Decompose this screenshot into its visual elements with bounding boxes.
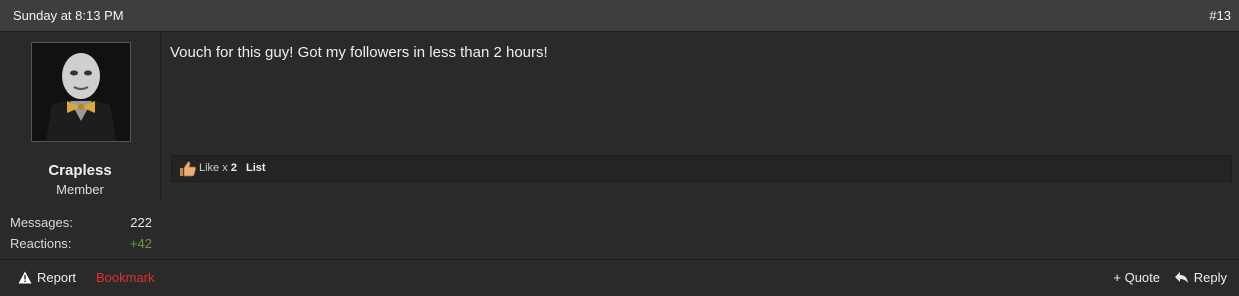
reply-button[interactable]: Reply	[1174, 270, 1227, 285]
user-avatar-photo-icon	[32, 43, 130, 141]
likes-bar: Like x 2 List	[171, 155, 1232, 182]
user-info: Crapless Member	[0, 32, 161, 200]
username[interactable]: Crapless	[0, 162, 160, 179]
message-body: Vouch for this guy! Got my followers in …	[170, 44, 548, 61]
reply-label: Reply	[1193, 270, 1227, 285]
warning-icon	[18, 271, 32, 284]
stat-value: 222	[130, 215, 152, 230]
report-label: Report	[37, 270, 77, 285]
quote-button[interactable]: + Quote	[1113, 270, 1160, 285]
stat-row-reactions: Reactions: +42	[0, 233, 160, 254]
post: Sunday at 8:13 PM #13 Crapless Member Me…	[0, 0, 1239, 296]
post-header: Sunday at 8:13 PM #13	[0, 0, 1239, 32]
user-stats: Messages: 222 Reactions: +42	[0, 212, 160, 254]
post-date[interactable]: Sunday at 8:13 PM	[13, 8, 124, 23]
stat-label: Messages:	[10, 215, 73, 230]
stat-row-messages: Messages: 222	[0, 212, 160, 233]
stat-label: Reactions:	[10, 236, 72, 251]
likes-count: 2	[230, 162, 237, 174]
likes-prefix: Like x	[199, 162, 228, 174]
thumbs-up-icon	[180, 161, 196, 177]
reply-arrow-icon	[1174, 272, 1188, 283]
bookmark-button[interactable]: Bookmark	[96, 270, 155, 285]
stat-value: +42	[129, 236, 152, 251]
likes-summary[interactable]: Like x 2	[199, 162, 237, 174]
likes-list-link[interactable]: List	[246, 162, 266, 174]
report-button[interactable]: Report	[18, 270, 76, 285]
avatar[interactable]	[31, 42, 131, 142]
post-footer: Report Bookmark + Quote Reply	[0, 259, 1239, 296]
user-title: Member	[56, 182, 104, 197]
post-number[interactable]: #13	[1209, 8, 1231, 23]
